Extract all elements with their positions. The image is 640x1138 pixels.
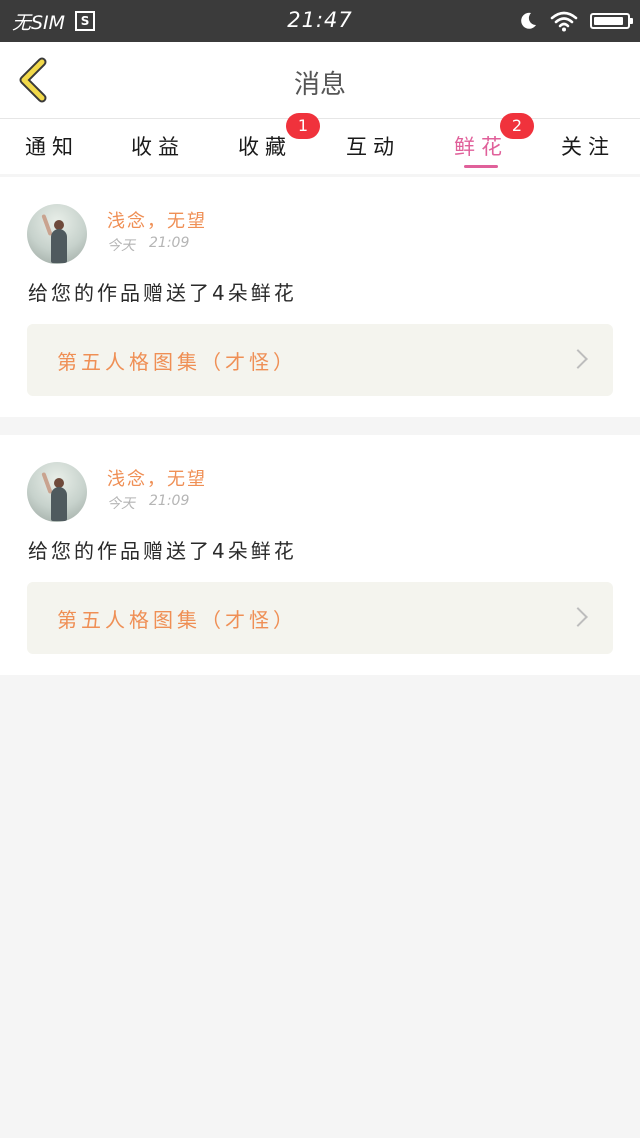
avatar[interactable] xyxy=(27,462,87,522)
tab-label: 通知 xyxy=(25,135,79,159)
unread-badge: 2 xyxy=(500,113,534,139)
header: 消息 xyxy=(0,42,640,119)
unread-badge: 1 xyxy=(286,113,320,139)
tab-interactions[interactable]: 互动 xyxy=(328,119,418,174)
tab-label: 互动 xyxy=(346,135,400,159)
user-name[interactable]: 浅念，无望 xyxy=(107,465,207,491)
work-link[interactable]: 第五人格图集（才怪） xyxy=(27,324,613,396)
work-link[interactable]: 第五人格图集（才怪） xyxy=(27,582,613,654)
work-title: 第五人格图集（才怪） xyxy=(57,608,297,632)
message-time: 21:09 xyxy=(149,493,190,509)
user-name[interactable]: 浅念，无望 xyxy=(107,207,207,233)
tab-favorites[interactable]: 收藏 1 xyxy=(220,113,320,174)
status-bar: 无SIM S 21:47 xyxy=(0,0,640,42)
message-text: 给您的作品赠送了4朵鲜花 xyxy=(28,539,297,563)
moon-icon xyxy=(521,12,536,29)
timestamp: 今天 21:09 xyxy=(107,235,189,255)
avatar-figure-body xyxy=(51,229,67,263)
message-text: 给您的作品赠送了4朵鲜花 xyxy=(28,281,297,305)
message-card: 浅念，无望 今天 21:09 给您的作品赠送了4朵鲜花 第五人格图集（才怪） xyxy=(0,177,640,417)
tab-flowers[interactable]: 鲜花 2 xyxy=(436,113,534,174)
message-card: 浅念，无望 今天 21:09 给您的作品赠送了4朵鲜花 第五人格图集（才怪） xyxy=(0,435,640,675)
tab-bar: 通知 收益 收藏 1 互动 鲜花 2 关注 xyxy=(0,113,640,174)
battery-icon xyxy=(590,13,633,29)
message-time: 21:09 xyxy=(149,235,190,251)
avatar-figure-body xyxy=(51,487,67,521)
status-right xyxy=(518,9,633,33)
chevron-right-icon xyxy=(568,349,588,369)
tab-earnings[interactable]: 收益 xyxy=(113,119,203,174)
work-title: 第五人格图集（才怪） xyxy=(57,350,297,374)
timestamp: 今天 21:09 xyxy=(107,493,189,513)
tab-notifications[interactable]: 通知 xyxy=(7,119,97,174)
tab-label: 收益 xyxy=(131,135,185,159)
wifi-icon xyxy=(550,11,578,32)
chevron-right-icon xyxy=(568,607,588,627)
battery-level xyxy=(594,17,623,25)
message-date: 今天 xyxy=(107,496,135,512)
avatar[interactable] xyxy=(27,204,87,264)
page-title: 消息 xyxy=(293,70,346,100)
message-date: 今天 xyxy=(107,238,135,254)
active-tab-indicator xyxy=(464,165,498,168)
tab-following[interactable]: 关注 xyxy=(543,119,633,174)
tab-label: 关注 xyxy=(561,135,615,159)
